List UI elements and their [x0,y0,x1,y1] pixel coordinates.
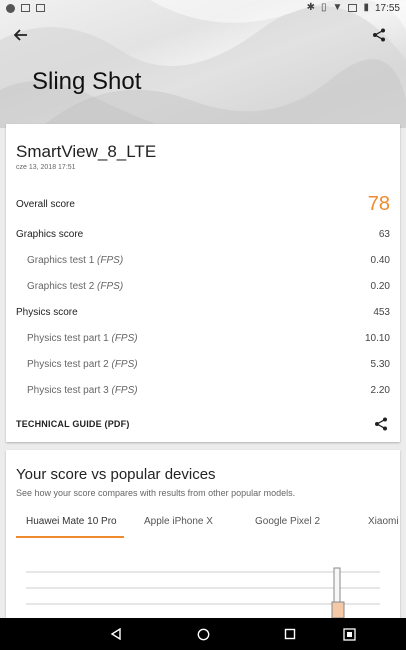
result-card: SmartView_8_LTE cze 13, 2018 17:51 Overa… [6,124,400,442]
nav-recents-button[interactable] [282,626,298,642]
sim-icon [348,4,358,12]
physics-test-3-value: 2.20 [370,384,390,396]
physics-test-2-label: Physics test part 2 (FPS) [27,358,138,370]
square-recents-icon [284,628,296,640]
device-name: SmartView_8_LTE [16,142,157,161]
share-icon [373,28,385,42]
fps-unit: (FPS) [97,280,124,292]
circle-home-icon [197,628,209,640]
graphics-test-1-label: Graphics test 1 (FPS) [27,254,124,266]
physics-test-1-label: Physics test part 1 (FPS) [27,332,138,344]
technical-guide-link[interactable]: TECHNICAL GUIDE (PDF) [16,419,130,429]
overall-score-label: Overall score [16,198,75,210]
physics-score-row: Physics score 453 [6,302,400,322]
image-icon [36,4,45,12]
technical-guide-row[interactable]: TECHNICAL GUIDE (PDF) [6,414,400,434]
share-icon[interactable] [374,417,388,431]
physics-test-2-value: 5.30 [370,358,390,370]
physics-score-value: 453 [373,306,390,318]
share-button[interactable] [372,28,394,50]
nav-back-button[interactable] [108,626,124,642]
page-title: Sling Shot [32,68,142,95]
vibrate-icon: ▯ [321,2,327,13]
compare-card: Your score vs popular devices See how yo… [6,450,400,618]
bluetooth-icon: ✱ [306,2,316,13]
chart-bar-highlight [331,601,345,618]
arrow-back-icon [14,29,27,41]
graphics-score-row: Graphics score 63 [6,224,400,244]
tab-apple-iphone-x[interactable]: Apple iPhone X [144,516,213,538]
physics-test-3-row: Physics test part 3 (FPS) 2.20 [6,380,400,400]
fps-unit: (FPS) [97,254,124,266]
triangle-back-icon [110,628,121,640]
comparison-chart [26,567,380,618]
overall-score-value: 78 [367,192,390,215]
device-tabs: Huawei Mate 10 Pro Apple iPhone X Google… [6,516,400,540]
graphics-test-2-row: Graphics test 2 (FPS) 0.20 [6,276,400,296]
back-button[interactable] [14,28,36,50]
wifi-icon: ▼ [332,2,343,13]
nav-home-button[interactable] [195,626,211,642]
physics-score-label: Physics score [16,306,78,318]
graphics-test-1-value: 0.40 [370,254,390,266]
status-time: 17:55 [374,2,400,14]
tab-huawei-mate-10-pro[interactable]: Huawei Mate 10 Pro [16,516,124,538]
result-date: cze 13, 2018 17:51 [16,164,76,171]
tab-xiaomi[interactable]: Xiaomi [368,516,399,538]
graphics-test-1-row: Graphics test 1 (FPS) 0.40 [6,250,400,270]
hero-background-art [0,0,406,128]
system-nav-bar [0,618,406,650]
physics-test-1-row: Physics test part 1 (FPS) 10.10 [6,328,400,348]
physics-test-1-value: 10.10 [364,332,390,344]
overall-score-row: Overall score 78 [6,192,400,215]
graphics-test-2-value: 0.20 [370,280,390,292]
graphics-test-2-label: Graphics test 2 (FPS) [27,280,124,292]
notification-icon [6,3,15,13]
fps-unit: (FPS) [111,384,138,396]
graphics-score-value: 63 [378,228,390,240]
physics-test-2-row: Physics test part 2 (FPS) 5.30 [6,354,400,374]
graphics-score-label: Graphics score [16,228,84,240]
gallery-icon [21,4,30,12]
screenshot-icon [342,627,356,641]
battery-icon: ▮ [363,2,369,13]
hero-header: Sling Shot [0,0,406,128]
nav-screenshot-button[interactable] [341,626,357,642]
tab-google-pixel-2[interactable]: Google Pixel 2 [255,516,320,538]
compare-subtitle: See how your score compares with results… [16,488,296,498]
status-bar: ✱ ▯ ▼ ▮ 17:55 [0,0,406,16]
physics-test-3-label: Physics test part 3 (FPS) [27,384,138,396]
compare-title: Your score vs popular devices [16,466,216,483]
fps-unit: (FPS) [111,358,138,370]
fps-unit: (FPS) [111,332,138,344]
